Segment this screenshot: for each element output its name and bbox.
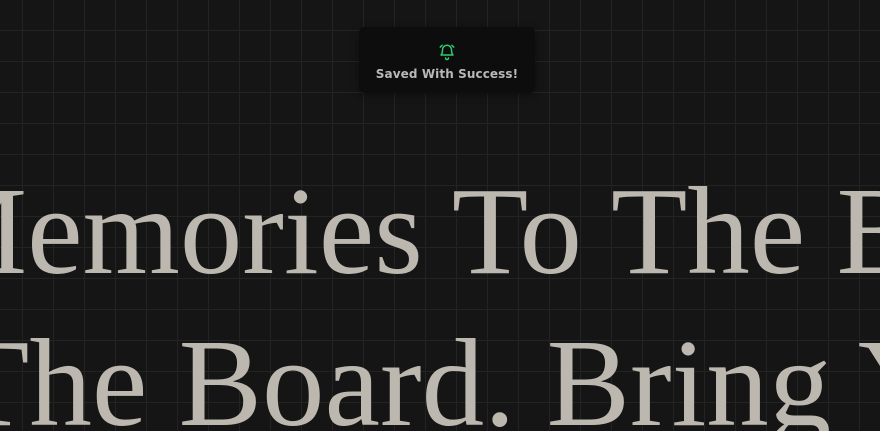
board-text-line-2: The Board. Bring Your [0,315,880,431]
board-text-line-1: Memories To The Board. [0,163,880,301]
success-toast: Saved With Success! [359,27,535,93]
alarm-bell-icon [439,44,455,61]
toast-message: Saved With Success! [375,67,519,81]
